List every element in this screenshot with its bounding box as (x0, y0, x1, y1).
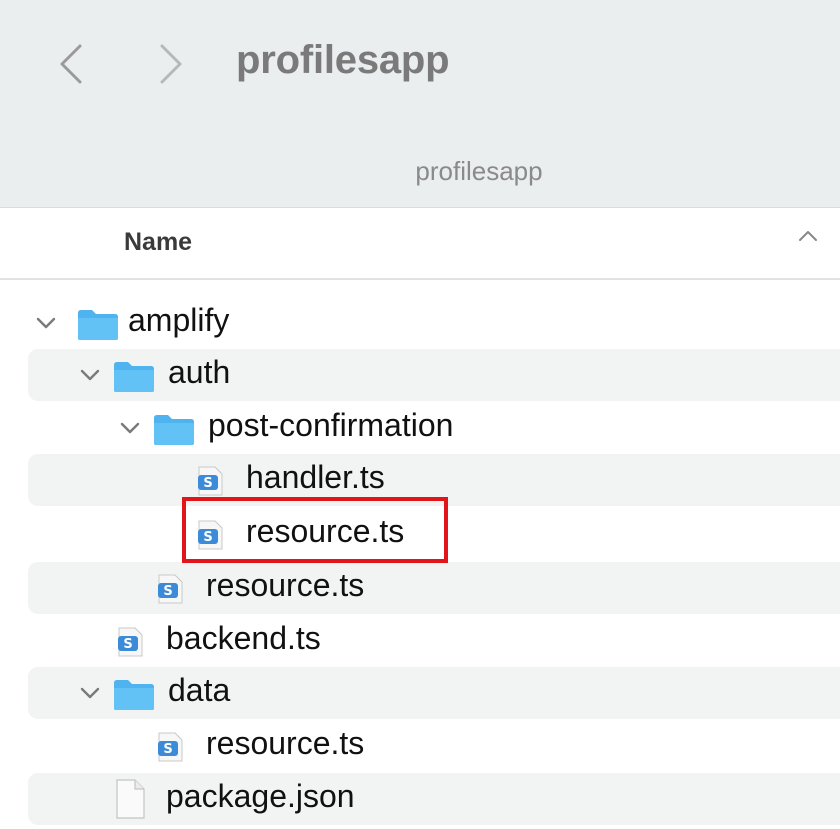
item-label: backend.ts (166, 620, 321, 656)
typescript-file-icon: S (158, 574, 183, 604)
item-label: auth (168, 354, 231, 390)
item-label: package.json (166, 778, 355, 814)
list-item-resource-ts[interactable]: S resource.ts (28, 562, 840, 614)
typescript-file-icon: S (198, 466, 223, 496)
item-label: resource.ts (206, 567, 365, 603)
svg-text:S: S (163, 742, 172, 757)
list-item-auth[interactable]: auth (28, 349, 840, 401)
folder-icon (114, 362, 154, 392)
svg-text:S: S (123, 637, 132, 652)
folder-icon (78, 310, 118, 340)
chevron-down-icon[interactable] (78, 365, 102, 385)
folder-icon (154, 415, 194, 445)
list-item-package-json[interactable]: package.json (28, 773, 840, 825)
typescript-file-icon: S (158, 732, 183, 762)
chevron-down-icon[interactable] (78, 683, 102, 703)
item-label: data (168, 672, 231, 708)
svg-text:S: S (163, 584, 172, 599)
highlight-box (182, 497, 448, 563)
typescript-file-icon: S (118, 627, 143, 657)
item-label: amplify (128, 302, 230, 338)
list-item-post-confirmation[interactable]: post-confirmation (28, 402, 840, 454)
folder-icon (114, 680, 154, 710)
item-label: handler.ts (246, 459, 385, 495)
list-item-resource-ts[interactable]: S resource.ts (28, 720, 840, 772)
file-list: amplify auth post-confirmation S handler… (0, 0, 840, 829)
list-item-backend-ts[interactable]: S backend.ts (28, 615, 840, 667)
chevron-down-icon[interactable] (118, 418, 142, 438)
document-file-icon (116, 779, 145, 819)
list-item-amplify[interactable]: amplify (28, 297, 840, 349)
svg-text:S: S (203, 476, 212, 491)
list-item-data[interactable]: data (28, 667, 840, 719)
item-label: resource.ts (206, 725, 365, 761)
chevron-down-icon[interactable] (34, 313, 58, 333)
item-label: post-confirmation (208, 407, 454, 443)
